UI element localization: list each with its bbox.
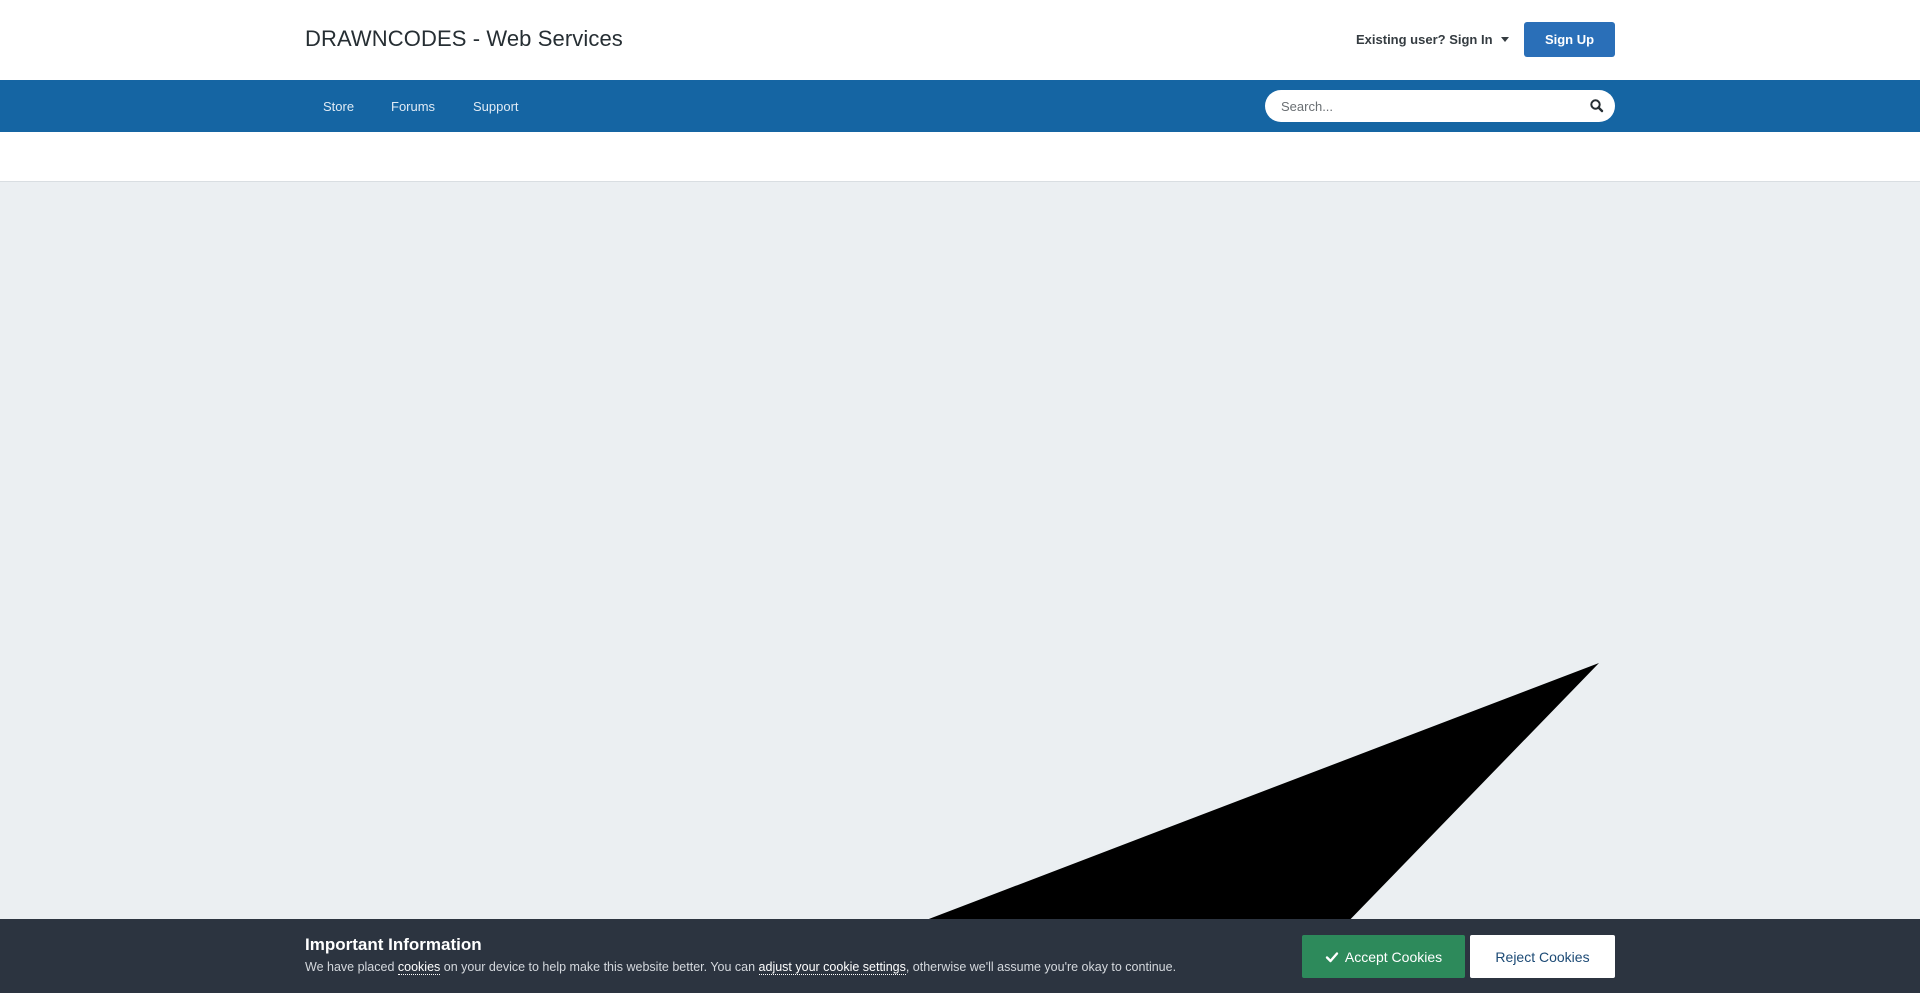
cookie-text-after: , otherwise we'll assume you're okay to … bbox=[905, 960, 1177, 974]
cookie-title: Important Information bbox=[305, 935, 482, 954]
check-icon bbox=[1325, 951, 1339, 962]
accept-cookies-label: Accept Cookies bbox=[1344, 948, 1443, 965]
search-button[interactable] bbox=[1587, 96, 1607, 116]
caret-down-icon bbox=[1500, 37, 1509, 42]
cookies-link[interactable]: cookies bbox=[397, 960, 441, 975]
nav-item-store[interactable]: Store bbox=[323, 99, 354, 114]
accept-cookies-button[interactable]: Accept Cookies bbox=[1302, 935, 1465, 978]
search-box bbox=[1265, 90, 1615, 122]
signup-button[interactable]: Sign Up bbox=[1524, 22, 1615, 57]
signin-label: Existing user? Sign In bbox=[1356, 32, 1493, 47]
signin-dropdown[interactable]: Existing user? Sign In bbox=[1356, 32, 1509, 47]
search-input[interactable] bbox=[1281, 90, 1571, 122]
cookie-text-before: We have placed bbox=[305, 960, 398, 974]
cookie-message: We have placed cookies on your device to… bbox=[305, 960, 1177, 975]
site-header: DRAWNCODES - Web Services Existing user?… bbox=[0, 0, 1920, 80]
cookie-settings-link[interactable]: adjust your cookie settings bbox=[758, 960, 906, 975]
nav-item-forums[interactable]: Forums bbox=[391, 99, 435, 114]
nav-item-support[interactable]: Support bbox=[473, 99, 519, 114]
site-title[interactable]: DRAWNCODES - Web Services bbox=[305, 26, 623, 52]
search-icon bbox=[1590, 99, 1604, 113]
triangle-shape bbox=[900, 663, 1599, 930]
cookie-notice-bar: Important Information We have placed coo… bbox=[0, 919, 1920, 993]
cookie-text-middle: on your device to help make this website… bbox=[440, 960, 759, 974]
breadcrumb-bar bbox=[0, 132, 1920, 182]
reject-cookies-button[interactable]: Reject Cookies bbox=[1470, 935, 1615, 978]
main-navbar: Store Forums Support bbox=[0, 80, 1920, 132]
